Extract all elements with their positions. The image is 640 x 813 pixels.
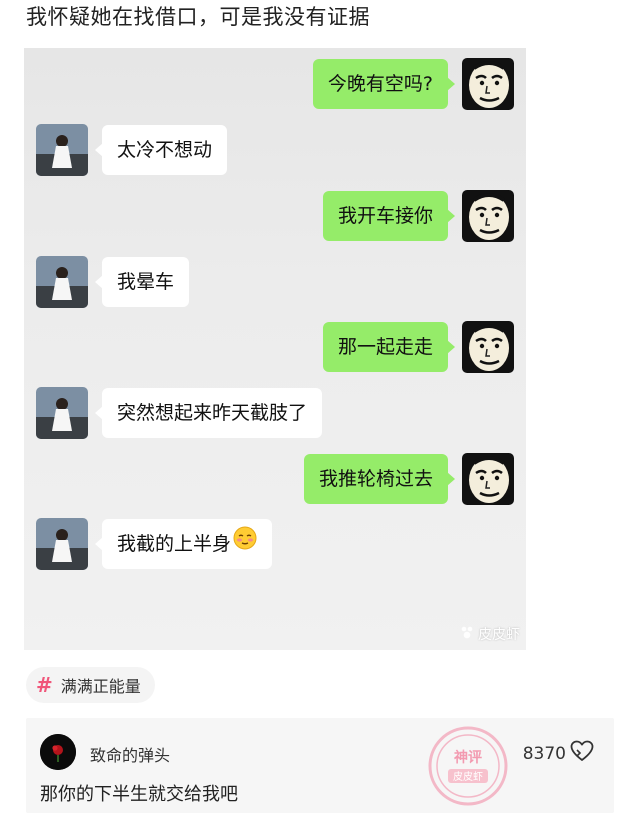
girl-photo-avatar [36, 124, 88, 176]
message-bubble: 我截的上半身 [94, 519, 273, 569]
chat-message-incoming: 我截的上半身 [36, 518, 273, 570]
topic-tag[interactable]: # 满满正能量 [26, 667, 155, 703]
commenter-username[interactable]: 致命的弹头 [90, 742, 170, 766]
message-bubble: 我开车接你 [322, 191, 456, 241]
svg-text:皮皮虾: 皮皮虾 [453, 770, 483, 783]
god-comment-stamp: 神评 皮皮虾 [428, 726, 508, 806]
blush-emoji-icon [233, 519, 257, 569]
hash-icon: # [36, 673, 53, 697]
girl-photo-avatar [36, 256, 88, 308]
like-button[interactable]: 8370 [523, 740, 594, 767]
comment-text: 那你的下半生就交给我吧 [40, 784, 238, 805]
shrimp-logo-icon [459, 624, 475, 644]
girl-photo-avatar [36, 518, 88, 570]
chat-message-outgoing: 那一起走走 [322, 321, 514, 373]
chat-message-incoming: 我晕车 [36, 256, 190, 308]
girl-photo-avatar [36, 387, 88, 439]
message-bubble: 那一起走走 [322, 322, 456, 372]
chat-message-outgoing: 我开车接你 [322, 190, 514, 242]
chat-screenshot-image[interactable]: 今晚有空吗? 太冷不想动 我开车接你 我晕车 那一起走走 突然想起来昨天截肢了 … [24, 48, 526, 650]
message-bubble: 突然想起来昨天截肢了 [94, 388, 323, 438]
message-bubble: 我推轮椅过去 [303, 454, 456, 504]
chat-message-outgoing: 我推轮椅过去 [303, 453, 514, 505]
meme-face-avatar [462, 58, 514, 110]
commenter-avatar[interactable] [40, 734, 76, 770]
chat-message-outgoing: 今晚有空吗? [312, 58, 514, 110]
meme-face-avatar [462, 321, 514, 373]
topic-tag-label: 满满正能量 [60, 677, 141, 696]
post-title: 我怀疑她在找借口，可是我没有证据 [26, 5, 370, 29]
top-comment[interactable]: 致命的弹头 神评 皮皮虾 8370 那你的下半生就交给我吧 [26, 718, 614, 813]
message-bubble: 今晚有空吗? [312, 59, 456, 109]
watermark: 皮皮虾 [459, 624, 520, 644]
svg-text:神评: 神评 [454, 749, 482, 766]
chat-message-incoming: 太冷不想动 [36, 124, 228, 176]
like-count: 8370 [522, 743, 566, 764]
message-text: 我截的上半身 [117, 533, 232, 555]
heart-icon [570, 740, 594, 767]
message-bubble: 我晕车 [94, 257, 190, 307]
meme-face-avatar [462, 453, 514, 505]
meme-face-avatar [462, 190, 514, 242]
watermark-text: 皮皮虾 [478, 627, 520, 643]
message-bubble: 太冷不想动 [94, 125, 228, 175]
chat-message-incoming: 突然想起来昨天截肢了 [36, 387, 323, 439]
